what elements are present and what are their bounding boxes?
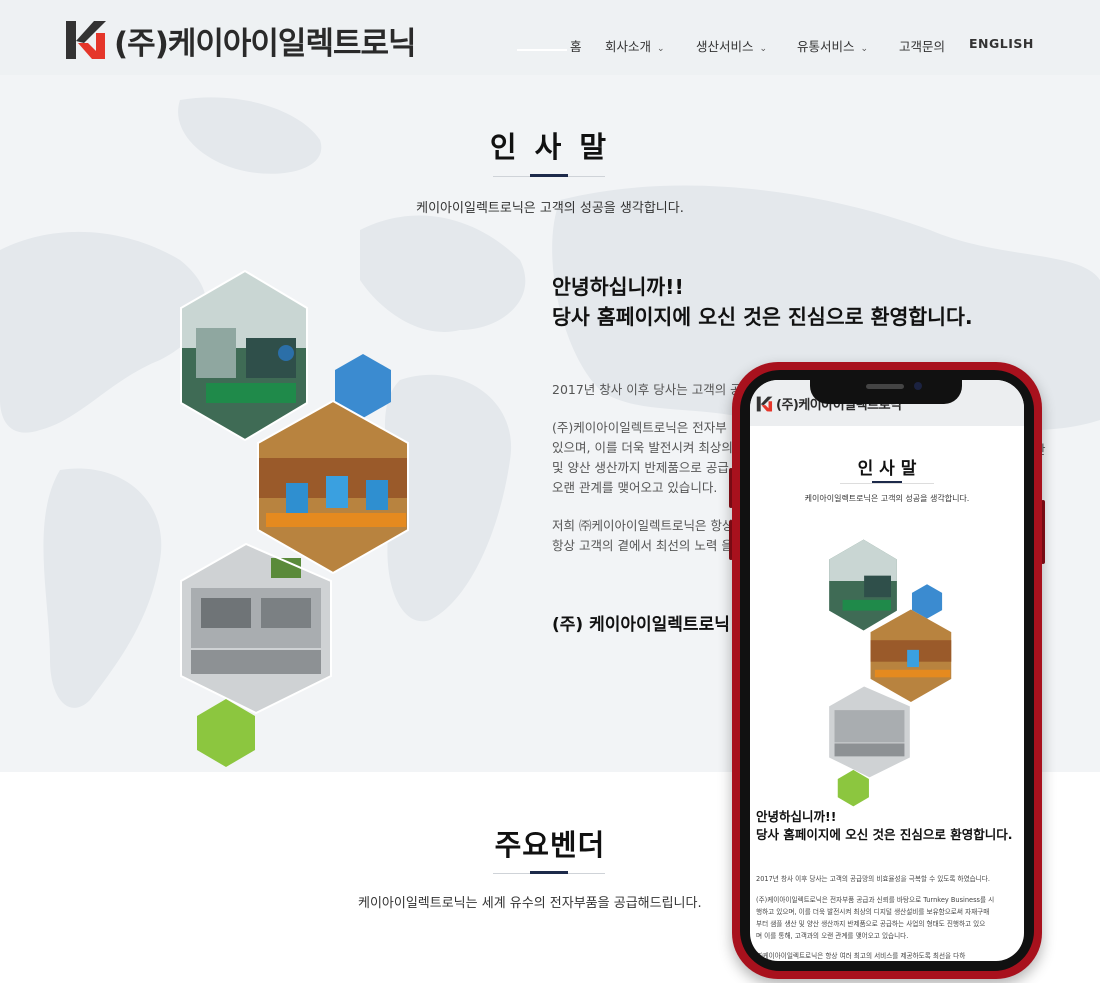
mobile-factory-photo-1 [829, 539, 897, 631]
nav-home[interactable]: 홈 [570, 36, 582, 55]
mobile-hexagon-collage [829, 539, 952, 807]
greeting-paragraph-2-line4: 오랜 관계를 맺어오고 있습니다. [552, 480, 718, 495]
phone-notch [810, 376, 962, 404]
mobile-greeting-subtitle: 케이아이일렉트로닉은 고객의 성공을 생각합니다. [804, 494, 970, 503]
phone-mockup: (주)케이아이일렉트로닉 인 사 말 케이아이일렉트로닉은 고객의 성공을 생각… [732, 362, 1042, 979]
factory-photo-1 [180, 269, 308, 442]
greeting-subtitle: 케이아이일렉트로닉은 고객의 성공을 생각합니다. [416, 201, 684, 216]
vendors-title-accent-bar [530, 871, 568, 874]
mobile-title-accent-bar [872, 481, 902, 483]
chevron-down-icon: ⌄ [860, 44, 869, 54]
greeting-headline-line1: 안녕하십니까!! [552, 275, 684, 299]
mobile-title-divider [840, 483, 934, 484]
greeting-paragraph-2-line3: 및 양산 생산까지 반제품으로 공급 [552, 460, 729, 475]
mobile-paragraph-2-line2: 행하고 있으며, 이를 더욱 발전시켜 최상의 디지털 생산설비를 보유함으로써… [756, 908, 990, 916]
greeting-paragraph-2-line1: (주)케이아이일렉트로닉은 전자부 [552, 420, 727, 435]
nav-distribution-label: 유통서비스 [797, 39, 855, 54]
factory-hexagon-collage [180, 269, 409, 767]
mobile-paragraph-2-line4: 며 이를 통해, 고객과의 오랜 관계를 맺어오고 있습니다. [756, 932, 909, 940]
mobile-greeting-title: 인 사 말 [857, 459, 917, 479]
mobile-green-hexagon [837, 769, 869, 807]
greeting-title: 인 사 말 [489, 130, 611, 164]
company-signature: (주) 케이아이일렉트로닉 [552, 615, 730, 635]
mobile-greeting-headline: 안녕하십니까!! 당사 홈페이지에 오신 것은 진심으로 환영합니다. [756, 808, 1013, 844]
phone-camera [914, 382, 922, 390]
nav-english[interactable]: ENGLISH [969, 36, 1034, 51]
vendors-subtitle: 케이아이일렉트로닉는 세계 유수의 전자부품을 공급해드립니다. [358, 896, 702, 911]
greeting-paragraph-2-line2: 있으며, 이를 더욱 발전시켜 최상의 [552, 440, 733, 455]
greeting-paragraph-1: 2017년 창사 이후 당사는 고객의 공 [552, 382, 742, 397]
phone-speaker [866, 384, 904, 389]
mobile-paragraph-2-line3: 부터 샘플 생산 및 양산 생산까지 반제품으로 공급하는 사업의 형태도 진행… [756, 920, 986, 928]
nav-company-label: 회사소개 [605, 39, 652, 54]
greeting-headline-line2: 당사 홈페이지에 오신 것은 진심으로 환영합니다. [552, 305, 973, 329]
page: (주)케이아이일렉트로닉 홈 회사소개 ⌄ 생산서비스 ⌄ 유통서비스 ⌄ 고객문의 … [0, 0, 1100, 983]
factory-photo-2 [257, 399, 409, 575]
greeting-paragraph-3-line1: 저희 ㈜케이아이일렉트로닉은 항상 [552, 518, 734, 533]
mobile-paragraph-1: 2017년 창사 이후 당사는 고객의 공급망의 비효율성을 극복할 수 있도록… [756, 875, 990, 883]
chevron-down-icon: ⌄ [759, 44, 768, 54]
mobile-greeting-headline-line1: 안녕하십니까!! [756, 809, 837, 824]
nav-distribution[interactable]: 유통서비스 ⌄ [797, 36, 868, 55]
mobile-paragraph-2-line1: (주)케이아이일렉트로닉은 전자부품 공급과 신뢰를 바탕으로 Turnkey … [756, 896, 995, 904]
mobile-screen: (주)케이아이일렉트로닉 인 사 말 케이아이일렉트로닉은 고객의 성공을 생각… [750, 380, 1024, 961]
site-header: (주)케이아이일렉트로닉 홈 회사소개 ⌄ 생산서비스 ⌄ 유통서비스 ⌄ 고객문의 … [0, 0, 1100, 75]
mobile-factory-photo-2 [870, 609, 952, 703]
nav-production[interactable]: 생산서비스 ⌄ [696, 36, 767, 55]
greeting-paragraph-3-line2: 항상 고객의 곁에서 최선의 노력 을 [552, 538, 733, 553]
mobile-factory-photo-3 [829, 686, 910, 778]
main-nav: 홈 회사소개 ⌄ 생산서비스 ⌄ 유통서비스 ⌄ 고객문의 ENGLISH [0, 36, 1100, 56]
greeting-headline: 안녕하십니까!! 당사 홈페이지에 오신 것은 진심으로 환영합니다. [552, 272, 973, 332]
nav-production-label: 생산서비스 [696, 39, 754, 54]
nav-active-indicator [517, 49, 567, 51]
chevron-down-icon: ⌄ [657, 44, 665, 54]
nav-contact[interactable]: 고객문의 [899, 36, 945, 55]
ki-logo-icon [756, 396, 773, 411]
mobile-paragraph-3-line1: ㈜케이아이일렉트로닉은 항상 여러 최고의 서비스를 제공하도록 최선을 다하 [756, 952, 966, 960]
title-accent-bar [530, 174, 568, 177]
factory-photo-3 [180, 542, 332, 715]
mobile-greeting-headline-line2: 당사 홈페이지에 오신 것은 진심으로 환영합니다. [756, 827, 1013, 842]
nav-company[interactable]: 회사소개 ⌄ [605, 36, 665, 55]
